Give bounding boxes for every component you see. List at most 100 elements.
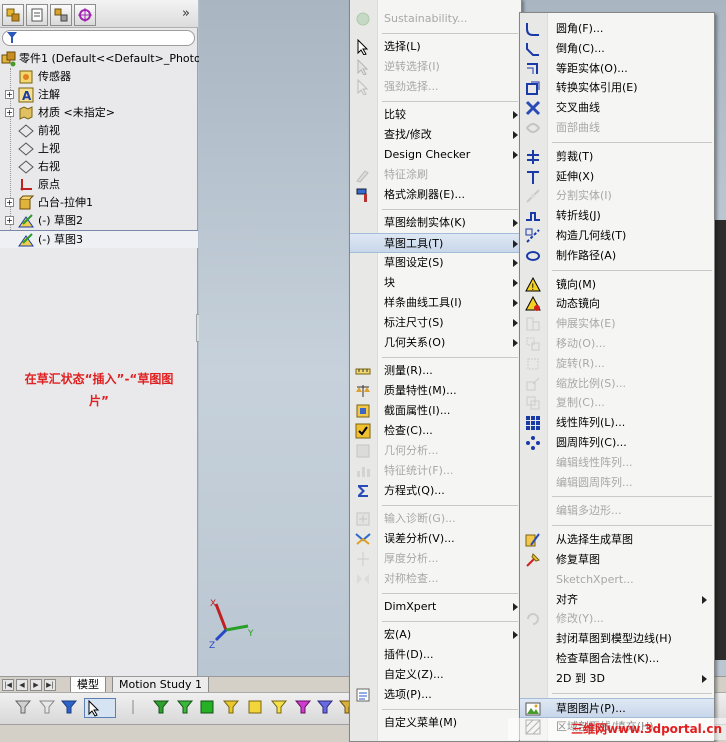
menu-item[interactable]: 质量特性(M)...: [350, 381, 521, 401]
annotation-line-2: 片”: [89, 394, 109, 408]
menu-item[interactable]: 圆角(F)...: [520, 19, 714, 39]
filter-faces-button[interactable]: [198, 698, 218, 718]
configuration-manager-tab[interactable]: [50, 4, 72, 26]
select-tool-button[interactable]: [84, 698, 116, 718]
more-tabs-chevron-icon[interactable]: »: [182, 6, 190, 21]
menu-item: 强劲选择...: [350, 77, 521, 97]
menu-item[interactable]: 延伸(X): [520, 167, 714, 187]
menu-item[interactable]: 检查(C)...: [350, 421, 521, 441]
menu-item[interactable]: 几何关系(O): [350, 333, 521, 353]
tab-model[interactable]: 模型: [70, 677, 106, 693]
menu-item[interactable]: 草图图片(P)...: [520, 697, 714, 718]
last-tab-button[interactable]: ▶|: [44, 679, 56, 691]
filter-surfaces-button[interactable]: [222, 698, 242, 718]
expand-toggle-icon[interactable]: +: [5, 108, 14, 117]
menu-item[interactable]: 修复草图: [520, 550, 714, 570]
first-tab-button[interactable]: |◀: [2, 679, 14, 691]
expand-toggle-icon[interactable]: +: [5, 90, 14, 99]
repair-sketch-icon: [526, 553, 540, 567]
menu-item[interactable]: 测量(R)...: [350, 361, 521, 381]
menu-item[interactable]: 转折线(J): [520, 206, 714, 226]
menu-item-label: 测量(R)...: [384, 364, 433, 377]
expand-toggle-icon[interactable]: +: [5, 198, 14, 207]
menu-separator: [382, 709, 518, 710]
filter-axes-button[interactable]: [246, 698, 266, 718]
menu-item[interactable]: 方程式(Q)...: [350, 481, 521, 501]
tree-item[interactable]: 上视: [0, 140, 198, 158]
filter-clear-button[interactable]: [60, 698, 80, 718]
menu-item[interactable]: 动态镜向: [520, 294, 714, 314]
filter-dimensions-button[interactable]: [316, 698, 336, 718]
menu-item[interactable]: 宏(A): [350, 625, 521, 645]
menu-item[interactable]: 自定义(Z)...: [350, 665, 521, 685]
menu-item[interactable]: 线性阵列(L)...: [520, 413, 714, 433]
dimxpert-manager-tab[interactable]: [74, 4, 96, 26]
menu-item[interactable]: 误差分析(V)...: [350, 529, 521, 549]
filter-sep-button[interactable]: [124, 698, 144, 718]
menu-item[interactable]: 插件(D)...: [350, 645, 521, 665]
menu-item[interactable]: 草图工具(T): [350, 233, 521, 253]
menu-item-label: 标注尺寸(S): [384, 316, 444, 329]
tree-filter-input[interactable]: [2, 30, 195, 46]
feature-manager-tab[interactable]: [2, 4, 24, 26]
next-tab-button[interactable]: ▶: [30, 679, 42, 691]
tree-item[interactable]: + 材质 <未指定>: [0, 104, 198, 122]
tree-item[interactable]: 右视: [0, 158, 198, 176]
filter-toolbar-button[interactable]: [14, 698, 34, 718]
menu-item[interactable]: Design Checker: [350, 145, 521, 165]
menu-item[interactable]: 交叉曲线: [520, 98, 714, 118]
menu-item[interactable]: 草图设定(S): [350, 253, 521, 273]
menu-item[interactable]: 2D 到 3D: [520, 669, 714, 689]
expand-toggle-icon[interactable]: +: [5, 216, 14, 225]
svg-text:Z: Z: [209, 641, 215, 650]
menu-item[interactable]: 查找/修改: [350, 125, 521, 145]
menu-item[interactable]: 制作路径(A): [520, 246, 714, 266]
tree-item[interactable]: 前视: [0, 122, 198, 140]
menu-item[interactable]: 选择(L): [350, 37, 521, 57]
menu-item[interactable]: 草图绘制实体(K): [350, 213, 521, 233]
tree-item[interactable]: + (-) 草图2: [0, 212, 198, 230]
submenu-arrow-icon: [513, 111, 518, 119]
property-manager-tab[interactable]: [26, 4, 48, 26]
menu-item[interactable]: 构造几何线(T): [520, 226, 714, 246]
menu-item[interactable]: ! 镜向(M): [520, 275, 714, 295]
menu-item[interactable]: 从选择生成草图: [520, 530, 714, 550]
filter-sketch-points-button[interactable]: [294, 698, 314, 718]
menu-item[interactable]: 等距实体(O)...: [520, 59, 714, 79]
filter-toggle-button[interactable]: [38, 698, 58, 718]
funnel-icon: [14, 700, 32, 714]
filter-edges-button[interactable]: [176, 698, 196, 718]
menu-item[interactable]: 格式涂刷器(E)...: [350, 185, 521, 205]
filter-planes-button[interactable]: [270, 698, 290, 718]
menu-item[interactable]: 标注尺寸(S): [350, 313, 521, 333]
menu-item[interactable]: 自定义菜单(M): [350, 713, 521, 733]
menu-item[interactable]: 样条曲线工具(I): [350, 293, 521, 313]
menu-item[interactable]: 剪裁(T): [520, 147, 714, 167]
menu-item[interactable]: 圆周阵列(C)...: [520, 433, 714, 453]
prev-tab-button[interactable]: ◀: [16, 679, 28, 691]
menu-item[interactable]: 截面属性(I)...: [350, 401, 521, 421]
menu-item[interactable]: 转换实体引用(E): [520, 78, 714, 98]
tree-item[interactable]: 传感器: [0, 68, 198, 86]
submenu-arrow-icon: [513, 631, 518, 639]
tree-root-part[interactable]: 零件1 (Default<<Default>_PhotoW: [0, 50, 212, 68]
menu-item-label: 草图设定(S): [384, 256, 444, 269]
menu-item[interactable]: 检查草图合法性(K)...: [520, 649, 714, 669]
funnel-gray-icon: [38, 700, 56, 714]
menu-item[interactable]: 比较: [350, 105, 521, 125]
tree-item[interactable]: (-) 草图3: [0, 230, 198, 248]
geometry-analysis-icon: [356, 444, 370, 458]
tree-item[interactable]: 原点: [0, 176, 198, 194]
menu-item[interactable]: 对齐: [520, 590, 714, 610]
menu-separator: [552, 269, 712, 271]
tab-motion-study[interactable]: Motion Study 1: [112, 677, 210, 693]
tree-item[interactable]: + 凸台-拉伸1: [0, 194, 198, 212]
menu-item[interactable]: DimXpert: [350, 597, 521, 617]
menu-item[interactable]: 选项(P)...: [350, 685, 521, 705]
fillet-icon: [526, 23, 539, 36]
tree-item[interactable]: + A 注解: [0, 86, 198, 104]
menu-item[interactable]: 封闭草图到模型边线(H): [520, 629, 714, 649]
menu-item[interactable]: 倒角(C)...: [520, 39, 714, 59]
menu-item[interactable]: 块: [350, 273, 521, 293]
filter-vertices-button[interactable]: [152, 698, 172, 718]
